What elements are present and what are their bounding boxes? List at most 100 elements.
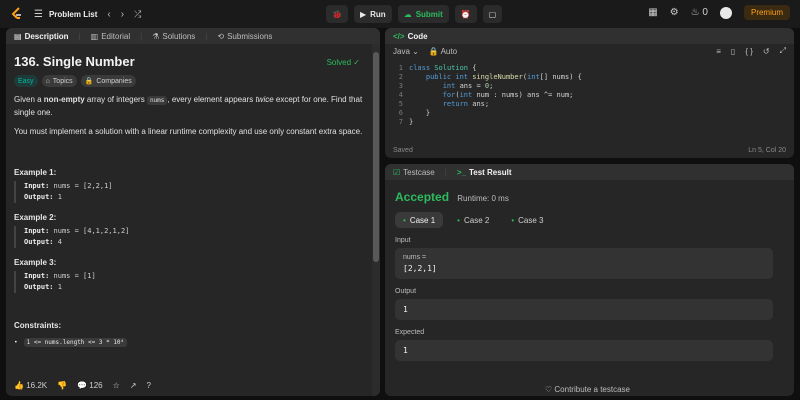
test-result-panel: ☑ Testcase | >_ Test Result Accepted Runti… xyxy=(385,164,794,396)
bullet: • xyxy=(14,339,18,346)
line-number: 3 xyxy=(398,82,403,90)
help-button[interactable]: ? xyxy=(147,381,151,390)
streak-counter[interactable]: ♨ 0 xyxy=(691,7,708,18)
share-icon: ↗ xyxy=(129,380,137,390)
editor-status-bar: Saved Ln 5, Col 20 xyxy=(393,147,786,154)
document-icon: ▤ xyxy=(14,31,22,41)
code-line: } xyxy=(409,118,414,126)
line-number: 2 xyxy=(398,73,403,81)
example-box: Input: nums = [2,2,1] Output: 1 xyxy=(14,181,364,203)
layout-grid-icon[interactable]: ▦ xyxy=(648,7,657,18)
auto-mode-toggle[interactable]: 🔒 Auto xyxy=(429,47,457,56)
example-title: Example 3: xyxy=(14,258,57,267)
fullscreen-icon[interactable]: ⤢ xyxy=(780,46,786,56)
bookmark-icon[interactable]: ▯ xyxy=(731,47,735,56)
description-scrollbar[interactable] xyxy=(372,44,380,396)
scrollbar-thumb[interactable] xyxy=(373,52,379,262)
debug-button[interactable]: 🐞 xyxy=(326,5,348,23)
description-panel: ▤ Description | ▥ Editorial | ⚗ Solutions |… xyxy=(6,28,380,396)
previous-problem-icon[interactable]: ‹ xyxy=(107,9,110,20)
complexity-requirement: You must implement a solution with a lin… xyxy=(14,127,363,136)
tab-solutions[interactable]: ⚗ Solutions xyxy=(152,32,195,41)
case-1-tab[interactable]: • Case 1 xyxy=(395,212,444,228)
thumbs-up-icon: 👍 xyxy=(14,380,24,390)
heart-icon: ♡ xyxy=(545,385,553,394)
code-toolbar: Java ⌄ 🔒 Auto ≡ ▯ { } ↺ ⤢ xyxy=(385,44,794,58)
problem-statement: Given a non-empty array of integers nums… xyxy=(14,95,363,117)
output-value: 1 xyxy=(403,305,408,314)
case-tabs: • Case 1 • Case 2 • Case 3 xyxy=(395,212,794,228)
top-right-tools: ▦ ⚙ ♨ 0 Premium xyxy=(648,5,790,20)
inline-code: nums xyxy=(146,96,168,105)
line-number: 4 xyxy=(398,91,403,99)
problem-list-link[interactable]: Problem List xyxy=(49,10,97,19)
language-select[interactable]: Java ⌄ xyxy=(393,47,419,56)
example-title: Example 1: xyxy=(14,168,57,177)
code-tab[interactable]: </> Code xyxy=(393,32,428,41)
line-number: 5 xyxy=(398,100,403,108)
code-line: } xyxy=(409,109,431,117)
topics-tag[interactable]: ⌂ Topics xyxy=(41,75,77,87)
format-icon[interactable]: ≡ xyxy=(716,47,721,56)
leetcode-logo[interactable] xyxy=(10,7,24,21)
code-line: int ans = 0; xyxy=(442,82,494,90)
reset-icon[interactable]: ↺ xyxy=(763,47,770,56)
input-value: [2,2,1] xyxy=(403,264,437,273)
lock-icon: 🔒 xyxy=(428,46,439,56)
timer-button[interactable]: ⏰ xyxy=(454,5,477,23)
submit-button[interactable]: ☁ Submit xyxy=(397,5,449,23)
note-icon: ▢ xyxy=(488,9,497,19)
contribute-testcase-link[interactable]: ♡ Contribute a testcase xyxy=(545,385,630,394)
result-tab-bar: ☑ Testcase | >_ Test Result xyxy=(385,164,794,180)
lock-icon: 🔒 xyxy=(84,78,94,85)
pass-dot-icon: • xyxy=(403,215,406,225)
help-icon: ? xyxy=(146,380,151,390)
next-problem-icon[interactable]: › xyxy=(121,9,124,20)
book-icon: ▥ xyxy=(90,31,99,41)
alarm-icon: ⏰ xyxy=(460,9,471,19)
case-2-tab[interactable]: • Case 2 xyxy=(449,212,497,228)
tab-submissions[interactable]: ⟲ Submissions xyxy=(217,32,272,41)
flask-icon: ⚗ xyxy=(152,31,160,41)
tab-divider: | xyxy=(444,167,447,177)
user-avatar[interactable] xyxy=(719,6,732,19)
case-3-tab[interactable]: • Case 3 xyxy=(503,212,551,228)
problem-list-icon[interactable]: ☰ xyxy=(34,9,43,20)
shuffle-icon[interactable]: ⤮ xyxy=(134,9,141,20)
checkbox-icon: ☑ xyxy=(393,167,401,177)
code-icon: </> xyxy=(393,31,405,41)
run-submit-toolbar: 🐞 ▶ Run ☁ Submit ⏰ ▢ xyxy=(326,5,503,23)
favorite-button[interactable]: ☆ xyxy=(113,381,120,390)
problem-title: 136. Single Number xyxy=(14,54,135,69)
code-line: class Solution { xyxy=(409,64,477,72)
braces-icon[interactable]: { } xyxy=(745,47,753,56)
thumbs-down-icon: 👎 xyxy=(57,380,68,390)
notes-button[interactable]: ▢ xyxy=(482,5,503,23)
pass-dot-icon: • xyxy=(511,215,515,225)
tab-description[interactable]: ▤ Description xyxy=(14,32,69,41)
premium-button[interactable]: Premium xyxy=(743,5,790,20)
tab-editorial[interactable]: ▥ Editorial xyxy=(91,32,130,41)
share-button[interactable]: ↗ xyxy=(130,381,137,390)
dislike-button[interactable]: 👎 xyxy=(57,381,67,390)
tab-testcase[interactable]: ☑ Testcase xyxy=(393,168,435,177)
line-number: 7 xyxy=(398,118,403,126)
star-icon: ☆ xyxy=(112,380,120,390)
comment-icon: 💬 xyxy=(77,380,88,390)
comments-button[interactable]: 💬 126 xyxy=(77,381,103,390)
expected-box: 1 xyxy=(395,340,773,361)
tab-test-result[interactable]: >_ Test Result xyxy=(457,168,512,177)
like-button[interactable]: 👍 16.2K xyxy=(14,381,47,390)
input-label: Input xyxy=(395,237,411,244)
difficulty-badge: Easy xyxy=(14,75,38,87)
tab-divider: | xyxy=(78,31,81,41)
settings-gear-icon[interactable]: ⚙ xyxy=(670,7,679,18)
line-number: 6 xyxy=(398,109,403,117)
companies-tag[interactable]: 🔒 Companies xyxy=(80,75,136,87)
expected-value: 1 xyxy=(403,346,408,355)
play-icon: ▶ xyxy=(359,9,367,19)
accepted-status: Accepted xyxy=(395,190,450,204)
run-button[interactable]: ▶ Run xyxy=(353,5,392,23)
cursor-position: Ln 5, Col 20 xyxy=(748,147,786,154)
code-editor[interactable]: 1 2 3 4 5 6 7 class Solution { public in… xyxy=(385,64,794,136)
